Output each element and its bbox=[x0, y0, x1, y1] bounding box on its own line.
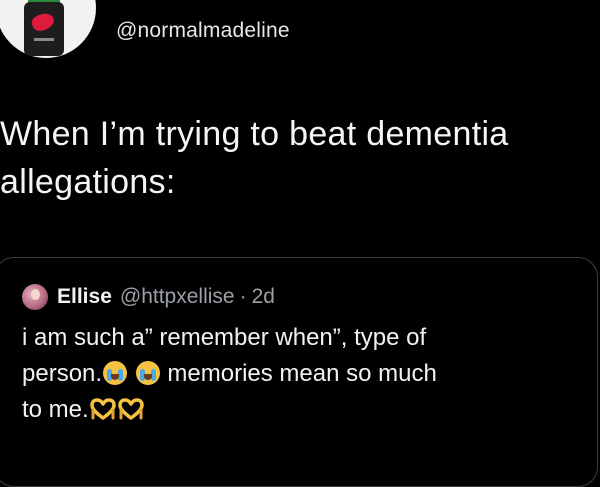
quoted-text-line-1: i am such a” remember when”, type of bbox=[22, 324, 427, 351]
loudly-crying-face-icon bbox=[103, 361, 128, 385]
quoted-tweet-text: i am such a” remember when”, type of per… bbox=[22, 320, 592, 428]
quoted-tweet-header: Ellise @httpxellise · 2d bbox=[22, 283, 275, 311]
author-avatar[interactable] bbox=[0, 0, 96, 58]
quoted-author-name[interactable]: Ellise bbox=[57, 285, 112, 309]
quoted-text-line-2: person. memories mean so much bbox=[22, 356, 592, 392]
quoted-author-handle[interactable]: @httpxellise bbox=[120, 285, 235, 309]
heart-hands-icon bbox=[117, 398, 144, 420]
avatar-label bbox=[34, 38, 54, 41]
dot-separator: · bbox=[239, 285, 247, 308]
quoted-text-line-3: to me. bbox=[22, 392, 592, 428]
quoted-text-memories: memories mean so much bbox=[160, 360, 437, 387]
quoted-author-avatar[interactable] bbox=[22, 284, 48, 310]
tweet-text: When I’m trying to beat dementia allegat… bbox=[0, 115, 509, 201]
quoted-text-person: person. bbox=[22, 360, 103, 387]
quoted-tweet-timestamp[interactable]: 2d bbox=[252, 285, 275, 309]
author-handle[interactable]: @normalmadeline bbox=[116, 19, 290, 43]
tweet-screenshot: @normalmadeline When I’m trying to beat … bbox=[0, 0, 600, 487]
heart-hands-icon bbox=[89, 398, 116, 420]
quoted-text-to-me: to me. bbox=[22, 396, 89, 423]
loudly-crying-face-icon bbox=[135, 361, 160, 385]
